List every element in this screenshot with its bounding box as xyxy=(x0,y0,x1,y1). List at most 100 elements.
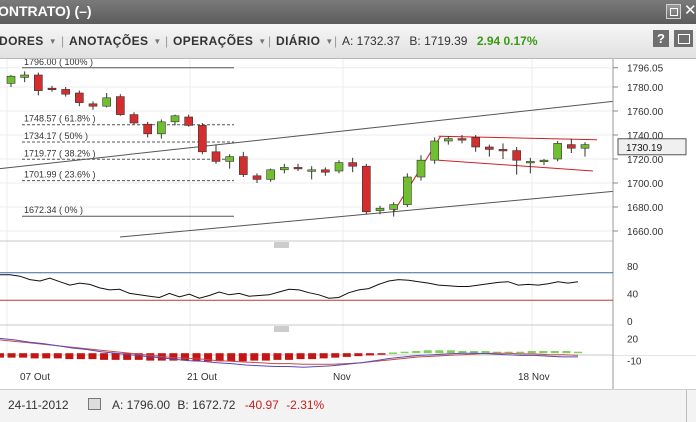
histogram-bar xyxy=(435,350,444,354)
candle-body xyxy=(184,116,193,126)
candle-body xyxy=(293,167,303,170)
indicator1-axis-label: 40 xyxy=(627,289,639,300)
candle-body xyxy=(389,204,398,210)
candle-body xyxy=(471,137,480,148)
price-chart[interactable]: 1796.00 ( 100% ) 1748.57 ( 61.8% ) 1734.17… xyxy=(0,59,696,389)
histogram-bar xyxy=(88,353,97,360)
operations-menu[interactable]: OPERAÇÕES ▼ xyxy=(173,34,267,48)
close-icon[interactable]: ✕ xyxy=(684,1,696,19)
annotations-menu-label: ANOTAÇÕES xyxy=(69,34,149,48)
candle-body xyxy=(280,167,289,171)
candle-body xyxy=(34,74,43,91)
candle-body xyxy=(129,114,139,124)
candle-body xyxy=(307,169,316,172)
candle-body xyxy=(88,103,98,107)
indicator1-axis-label: 0 xyxy=(627,317,633,328)
histogram-bar xyxy=(331,353,340,358)
indicator2-axis-label: -10 xyxy=(627,357,642,368)
footer-change: -40.97 xyxy=(244,398,279,412)
chevron-down-icon: ▼ xyxy=(153,37,162,46)
histogram-bar xyxy=(0,353,4,358)
candle-body xyxy=(116,96,125,115)
histogram-bar xyxy=(550,350,559,354)
chevron-down-icon: ▼ xyxy=(325,37,334,46)
current-price-label: 1730.19 xyxy=(626,143,663,154)
candle-body xyxy=(539,159,549,162)
candle-body xyxy=(6,75,16,84)
chevron-down-icon: ▼ xyxy=(48,37,58,46)
fib-level-label: 1719.77 ( 38.2% ) xyxy=(24,148,96,158)
histogram-bar xyxy=(412,350,421,354)
histogram-bar xyxy=(389,352,398,354)
candle-body xyxy=(457,138,467,141)
fib-level-label: 1748.57 ( 61.8% ) xyxy=(24,114,96,124)
maximize-glyph xyxy=(670,8,678,16)
candle-body xyxy=(430,140,439,161)
bid-value: B: 1719.39 xyxy=(409,34,468,48)
candle-body xyxy=(252,175,262,180)
histogram-bar xyxy=(446,350,455,354)
chevron-down-icon: ▼ xyxy=(258,37,267,46)
histogram-bar xyxy=(539,350,548,354)
indicator2-axis-label: 20 xyxy=(627,334,639,345)
footer-bid: B: 1672.72 xyxy=(177,398,236,412)
chart-toolbar: DORES ▼ | ANOTAÇÕES ▼ | OPERAÇÕES ▼ | DIÁRI… xyxy=(0,24,696,59)
toolbar-separator: | xyxy=(165,34,169,48)
candle-body xyxy=(157,121,166,135)
histogram-bar xyxy=(30,353,39,359)
price-axis-label: 1760.00 xyxy=(627,107,664,118)
candle-body xyxy=(403,176,412,205)
maximize-icon[interactable] xyxy=(666,4,681,19)
footer-quote: A: 1796.00 B: 1672.72 -40.97 -2.31% xyxy=(112,398,324,412)
candle-body xyxy=(47,87,57,91)
indicators-menu[interactable]: DORES ▼ xyxy=(0,34,57,48)
indicator1-axis-label: 80 xyxy=(627,262,639,273)
candle-body xyxy=(416,159,426,178)
histogram-bar xyxy=(296,353,305,360)
window-title: ONTRATO) (–) xyxy=(0,3,92,19)
footer-ask: A: 1796.00 xyxy=(112,398,171,412)
histogram-bar xyxy=(261,353,270,361)
histogram-bar xyxy=(377,353,386,355)
histogram-bar xyxy=(400,351,409,354)
histogram-bar xyxy=(7,353,16,358)
candle-body xyxy=(211,151,221,162)
footer-date: 24-11-2012 xyxy=(8,398,69,412)
candle-body xyxy=(512,150,521,161)
histogram-bar xyxy=(423,350,432,354)
candle-body xyxy=(102,97,111,107)
help-button[interactable]: ? xyxy=(653,30,669,47)
price-axis-label: 1680.00 xyxy=(627,203,664,214)
histogram-bar xyxy=(527,350,536,354)
annotations-menu[interactable]: ANOTAÇÕES ▼ xyxy=(69,34,162,48)
date-axis-label: 18 Nov xyxy=(518,372,550,383)
candle-body xyxy=(375,207,385,211)
date-axis-label: 21 Out xyxy=(187,372,217,383)
calendar-icon[interactable] xyxy=(88,398,101,410)
histogram-bar xyxy=(516,351,525,354)
indicators-menu-label: DORES xyxy=(0,34,44,48)
histogram-bar xyxy=(100,353,109,360)
candle-body xyxy=(444,138,453,142)
ask-value: A: 1732.37 xyxy=(342,34,401,48)
price-axis-label: 1796.05 xyxy=(627,64,664,75)
period-menu[interactable]: DIÁRIO ▼ xyxy=(276,34,334,48)
candle-body xyxy=(266,169,275,180)
window-title-bar: ONTRATO) (–) ✕ xyxy=(0,0,696,24)
toolbar-separator: | xyxy=(334,34,338,48)
histogram-bar xyxy=(53,353,62,359)
fib-level-label: 1734.17 ( 50% ) xyxy=(24,131,88,141)
candle-body xyxy=(567,144,576,149)
histogram-bar xyxy=(354,353,363,357)
expand-icon[interactable] xyxy=(674,30,693,47)
footer-change-pct: -2.31% xyxy=(286,398,325,412)
price-axis-label: 1700.00 xyxy=(627,179,664,190)
candle-body xyxy=(321,169,330,173)
operations-menu-label: OPERAÇÕES xyxy=(173,34,254,48)
candle-body xyxy=(20,74,29,78)
histogram-bar xyxy=(365,353,374,356)
candle-body xyxy=(75,92,84,103)
expand-glyph xyxy=(678,34,690,44)
histogram-bar xyxy=(42,353,51,359)
quote-readout: A: 1732.37 B: 1719.39 2.94 0.17% xyxy=(342,34,538,48)
